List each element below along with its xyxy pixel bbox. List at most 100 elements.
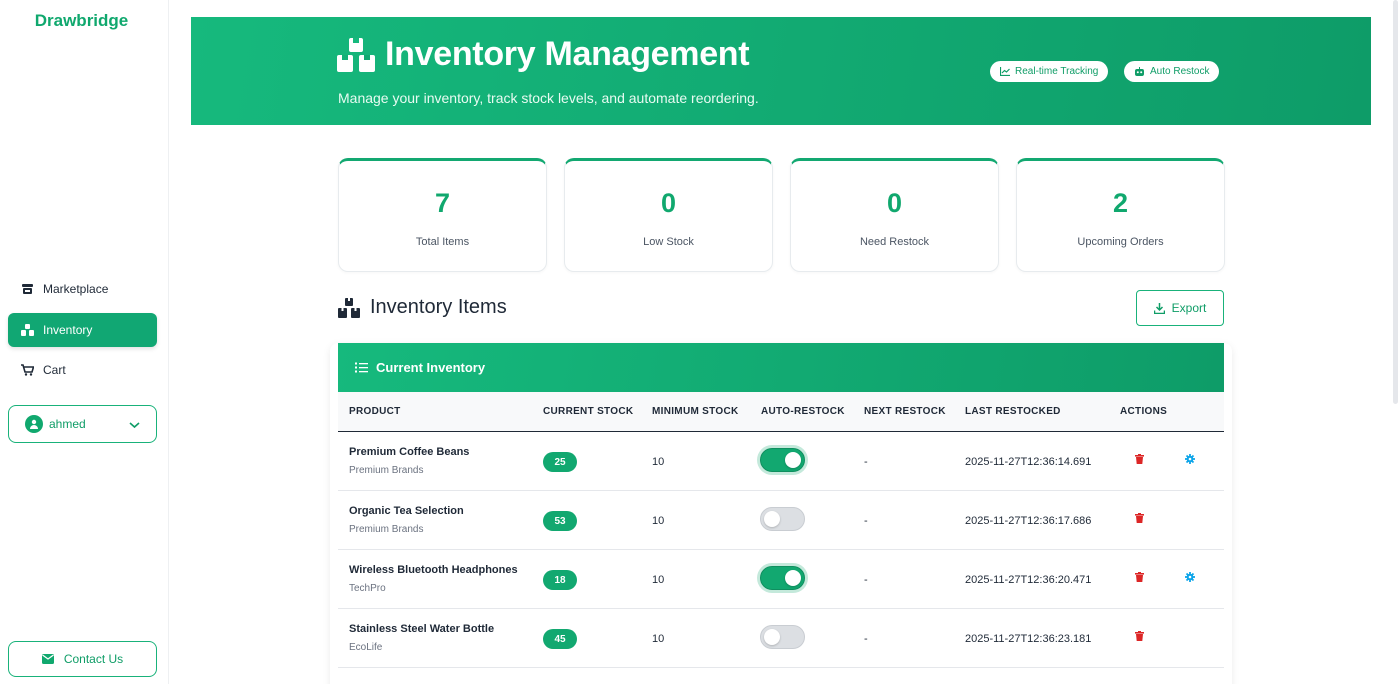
last-restocked: 2025-11-27T12:36:17.686 [965,515,1092,527]
product-brand: Premium Brands [349,465,424,476]
stat-value: 0 [660,188,677,218]
product-name: Organic Tea Selection [349,505,464,517]
table-row: Organic Tea Selection Premium Brands 53 … [338,491,1224,550]
next-restock: - [864,515,868,527]
stat-label: Upcoming Orders [1077,236,1164,248]
column-header[interactable]: NEXT RESTOCK [864,406,946,417]
realtime-tracking-badge: Real-time Tracking [990,61,1109,82]
sidebar: Drawbridge Marketplace Inventory Cart ah… [0,0,169,684]
contact-us-label: Contact Us [63,652,124,666]
table-header-bar: Current Inventory [338,343,1224,392]
column-header[interactable]: PRODUCT [349,406,401,417]
boxes-icon [20,323,34,337]
column-header[interactable]: LAST RESTOCKED [965,406,1061,417]
stat-card-upcoming-orders: 2 Upcoming Orders [1016,158,1225,272]
trash-icon[interactable] [1135,454,1144,464]
export-button[interactable]: Export [1136,290,1224,326]
stat-label: Need Restock [859,236,930,248]
page-scrollbar[interactable] [1393,0,1398,404]
gear-icon[interactable] [1185,454,1195,464]
page-subtitle: Manage your inventory, track stock level… [338,90,759,106]
envelope-icon [41,654,54,664]
user-name: ahmed [49,417,86,431]
auto-restock-badge: Auto Restock [1124,61,1220,82]
stat-card-need-restock: 0 Need Restock [790,158,999,272]
cart-icon [20,363,34,377]
chevron-down-icon [129,418,140,432]
download-icon [1153,302,1165,314]
table-row: Stainless Steel Water Bottle EcoLife 45 … [338,609,1224,668]
user-circle-icon [25,415,43,433]
sidebar-item-label: Cart [43,363,66,377]
stock-badge: 45 [543,629,577,649]
inventory-table-card: Current Inventory PRODUCT CURRENT STOCK … [330,343,1232,684]
hero-banner: Inventory Management Manage your invento… [191,17,1371,125]
list-icon [355,362,368,373]
user-menu-button[interactable]: ahmed [8,405,157,443]
last-restocked: 2025-11-27T12:36:14.691 [965,456,1092,468]
trash-icon[interactable] [1135,513,1144,523]
sidebar-item-cart[interactable]: Cart [8,353,157,387]
gear-icon[interactable] [1185,572,1195,582]
section-title: Inventory Items [338,296,507,319]
minimum-stock: 10 [652,515,665,527]
product-name: Wireless Bluetooth Headphones [349,564,518,576]
toggle-knob [785,570,801,586]
last-restocked: 2025-11-27T12:36:20.471 [965,574,1092,586]
next-restock: - [864,574,868,586]
column-header[interactable]: CURRENT STOCK [543,406,633,417]
stock-badge: 18 [543,570,577,590]
stat-card-low-stock: 0 Low Stock [564,158,773,272]
minimum-stock: 10 [652,456,665,468]
badge-label: Auto Restock [1150,66,1210,77]
product-name: Stainless Steel Water Bottle [349,623,495,635]
table-row: Wireless Bluetooth Headphones TechPro 18… [338,550,1224,609]
stock-badge: 53 [543,511,577,531]
table-row: Premium Coffee Beans Premium Brands 25 1… [338,432,1224,491]
product-brand: EcoLife [349,642,383,653]
boxes-icon [338,297,360,318]
stat-card-total-items: 7 Total Items [338,158,547,272]
next-restock: - [864,456,868,468]
page-title-text: Inventory Management [385,35,750,73]
line-chart-icon [1000,67,1010,76]
table-column-headers: PRODUCT CURRENT STOCK MINIMUM STOCK AUTO… [338,392,1224,432]
auto-restock-toggle[interactable] [760,507,805,531]
export-label: Export [1171,301,1207,315]
boxes-icon [337,37,375,72]
stat-label: Total Items [415,236,470,248]
contact-us-button[interactable]: Contact Us [8,641,157,677]
column-header[interactable]: AUTO-RESTOCK [761,406,845,417]
stat-label: Low Stock [643,236,694,248]
toggle-knob [785,452,801,468]
minimum-stock: 10 [652,633,665,645]
next-restock: - [864,633,868,645]
column-header[interactable]: MINIMUM STOCK [652,406,739,417]
robot-icon [1134,67,1145,76]
auto-restock-toggle[interactable] [760,448,805,472]
stat-value: 7 [434,188,451,218]
auto-restock-toggle[interactable] [760,625,805,649]
toggle-knob [764,629,780,645]
trash-icon[interactable] [1135,631,1144,641]
sidebar-item-inventory[interactable]: Inventory [8,313,157,347]
minimum-stock: 10 [652,574,665,586]
page-title: Inventory Management [337,35,750,74]
sidebar-item-marketplace[interactable]: Marketplace [8,272,157,306]
brand-logo[interactable]: Drawbridge [0,11,163,31]
product-brand: TechPro [349,583,386,594]
last-restocked: 2025-11-27T12:36:23.181 [965,633,1092,645]
toggle-knob [764,511,780,527]
badge-label: Real-time Tracking [1015,66,1099,77]
store-icon [20,282,34,296]
auto-restock-toggle[interactable] [760,566,805,590]
stock-badge: 25 [543,452,577,472]
stat-value: 2 [1112,188,1129,218]
product-brand: Premium Brands [349,524,424,535]
trash-icon[interactable] [1135,572,1144,582]
column-header: ACTIONS [1120,406,1168,417]
sidebar-item-label: Inventory [43,323,93,337]
table-title: Current Inventory [376,360,486,375]
section-title-text: Inventory Items [370,296,507,318]
stat-value: 0 [886,188,903,218]
